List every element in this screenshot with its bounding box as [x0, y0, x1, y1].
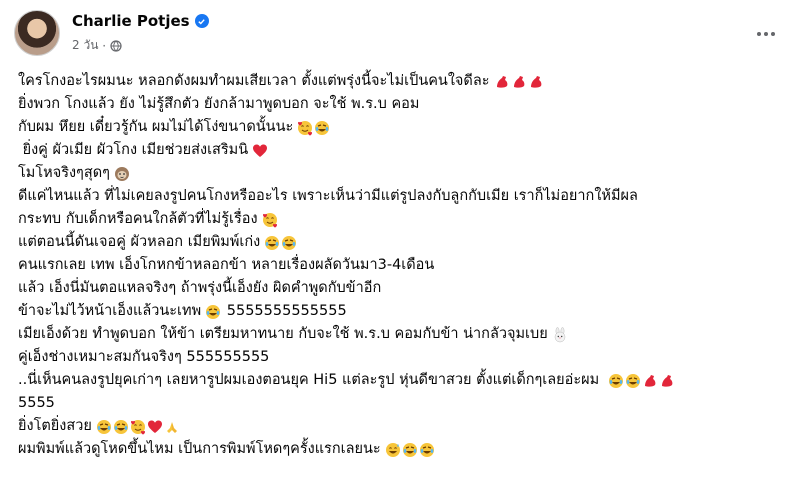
dot-icon	[771, 32, 775, 36]
flexed-biceps-icon	[528, 74, 544, 90]
post-line: ยิ่งโตยิ่งสวย	[18, 415, 788, 438]
emoji-group	[385, 442, 436, 458]
avatar[interactable]	[14, 10, 60, 56]
post-line-text: แต่ตอนนี้ดันเจอคู่ ผัวหลอก เมียพิมพ์เก่ง	[18, 234, 261, 250]
rolling-laughing-icon	[205, 304, 221, 320]
rolling-laughing-icon	[608, 373, 624, 389]
sloth-icon	[114, 166, 130, 182]
smiling-hearts-icon	[262, 212, 278, 228]
post-line-text: ..นี่เห็นคนลงรูปยุคเก่าๆ เลยหารูปผมเองตอ…	[18, 372, 604, 388]
verified-icon	[194, 14, 209, 28]
emoji-group	[264, 235, 298, 251]
post-line-text: 5555	[18, 395, 55, 411]
post-line-suffix: 5555555555555	[222, 303, 347, 319]
post-line: แต่ตอนนี้ดันเจอคู่ ผัวหลอก เมียพิมพ์เก่ง	[18, 231, 788, 254]
post-line: ผมพิมพ์แล้วดูโหดขึ้นไหม เป็นการพิมพ์โหดๆ…	[18, 438, 788, 461]
post-line: คนแรกเลย เทพ เอ็งโกหกข้าหลอกข้า หลายเรื่…	[18, 254, 788, 277]
post-line-text: ยิ่งพวก โกงแล้ว ยัง ไม่รู้สึกตัว ยังกล้า…	[18, 96, 420, 112]
post-line: ข้าจะไม่ไว้หน้าเอ็งแล้วนะเทพ 55555555555…	[18, 300, 788, 323]
post-line-text: กับผม หึยย เดี๋ยวรู้กัน ผมไม่ได้โง่ขนาดน…	[18, 119, 294, 135]
emoji-group	[262, 212, 279, 228]
post-line-text: ผมพิมพ์แล้วดูโหดขึ้นไหม เป็นการพิมพ์โหดๆ…	[18, 441, 381, 457]
flexed-biceps-icon	[511, 74, 527, 90]
rabbit-icon	[552, 326, 568, 343]
grinning-sweat-icon	[385, 442, 401, 458]
smiling-hearts-icon	[297, 120, 313, 136]
rolling-laughing-icon	[625, 373, 641, 389]
post-line: กับผม หึยย เดี๋ยวรู้กัน ผมไม่ได้โง่ขนาดน…	[18, 116, 788, 139]
rolling-laughing-icon	[402, 442, 418, 458]
post-line-text: ดีแค่ไหนแล้ว ที่ไม่เคยลงรูปคนโกงหรืออะไร…	[18, 188, 638, 204]
flexed-biceps-icon	[494, 74, 510, 90]
post-line-text: คนแรกเลย เทพ เอ็งโกหกข้าหลอกข้า หลายเรื่…	[18, 257, 435, 273]
smiling-hearts-icon	[130, 419, 146, 435]
post-line-text: ยิ่งโตยิ่งสวย	[18, 418, 92, 434]
emoji-group	[205, 304, 222, 320]
post-line: 5555	[18, 392, 788, 415]
emoji-group	[552, 326, 569, 343]
post-line: แล้ว เอ็งนี่มันตอแหลจริงๆ ถ้าพรุ่งนี้เอ็…	[18, 277, 788, 300]
folded-hands-icon	[164, 419, 180, 435]
emoji-group	[494, 74, 545, 90]
post-line: กระทบ กับเด็กหรือคนใกล้ตัวที่ไม่รู้เรื่อ…	[18, 208, 788, 231]
post-line: ยิ่งพวก โกงแล้ว ยัง ไม่รู้สึกตัว ยังกล้า…	[18, 93, 788, 116]
post-text: ใครโกงอะไรผมนะ หลอกดังผมทำผมเสียเวลา ตั้…	[18, 70, 788, 461]
rolling-laughing-icon	[314, 120, 330, 136]
emoji-group	[608, 373, 676, 389]
post-time[interactable]: 2 วัน	[72, 36, 98, 55]
post-line: โมโหจริงๆสุดๆ	[18, 162, 788, 185]
rolling-laughing-icon	[419, 442, 435, 458]
post-line-text: แล้ว เอ็งนี่มันตอแหลจริงๆ ถ้าพรุ่งนี้เอ็…	[18, 280, 382, 296]
post-line: ใครโกงอะไรผมนะ หลอกดังผมทำผมเสียเวลา ตั้…	[18, 70, 788, 93]
post-header: Charlie Potjes 2 วัน ·	[14, 10, 786, 62]
post-line-text: เมียเอ็งด้วย ทำพูดบอก ให้ข้า เตรียมหาทนา…	[18, 326, 548, 342]
post-line-text: ใครโกงอะไรผมนะ หลอกดังผมทำผมเสียเวลา ตั้…	[18, 73, 490, 89]
post-line: คู่เอ็งช่างเหมาะสมกันจริงๆ 555555555	[18, 346, 788, 369]
post-line: ดีแค่ไหนแล้ว ที่ไม่เคยลงรูปคนโกงหรืออะไร…	[18, 185, 788, 208]
red-heart-icon	[252, 143, 268, 159]
dot-icon	[764, 32, 768, 36]
post-meta: 2 วัน ·	[72, 36, 122, 55]
rolling-laughing-icon	[281, 235, 297, 251]
author-name[interactable]: Charlie Potjes	[72, 12, 190, 30]
emoji-group	[96, 419, 181, 435]
rolling-laughing-icon	[96, 419, 112, 435]
rolling-laughing-icon	[113, 419, 129, 435]
more-options-button[interactable]	[748, 16, 784, 52]
red-heart-icon	[147, 419, 163, 435]
dot-icon	[757, 32, 761, 36]
globe-icon	[110, 39, 122, 52]
emoji-group	[114, 166, 131, 182]
flexed-biceps-icon	[642, 373, 658, 389]
post-line-text: กระทบ กับเด็กหรือคนใกล้ตัวที่ไม่รู้เรื่อ…	[18, 211, 258, 227]
flexed-biceps-icon	[659, 373, 675, 389]
emoji-group	[297, 120, 331, 136]
post-line-text: คู่เอ็งช่างเหมาะสมกันจริงๆ 555555555	[18, 349, 270, 365]
post-line-text: ข้าจะไม่ไว้หน้าเอ็งแล้วนะเทพ	[18, 303, 202, 319]
post-line: เมียเอ็งด้วย ทำพูดบอก ให้ข้า เตรียมหาทนา…	[18, 323, 788, 346]
author-row: Charlie Potjes	[72, 12, 209, 30]
post-line-text: ยิ่งคู่ ผัวเมีย ผัวโกง เมียช่วยส่งเสริมน…	[18, 142, 249, 158]
post-line: ยิ่งคู่ ผัวเมีย ผัวโกง เมียช่วยส่งเสริมน…	[18, 139, 788, 162]
emoji-group	[252, 143, 269, 159]
post-line-text: โมโหจริงๆสุดๆ	[18, 165, 110, 181]
rolling-laughing-icon	[264, 235, 280, 251]
post-line: ..นี่เห็นคนลงรูปยุคเก่าๆ เลยหารูปผมเองตอ…	[18, 369, 788, 392]
